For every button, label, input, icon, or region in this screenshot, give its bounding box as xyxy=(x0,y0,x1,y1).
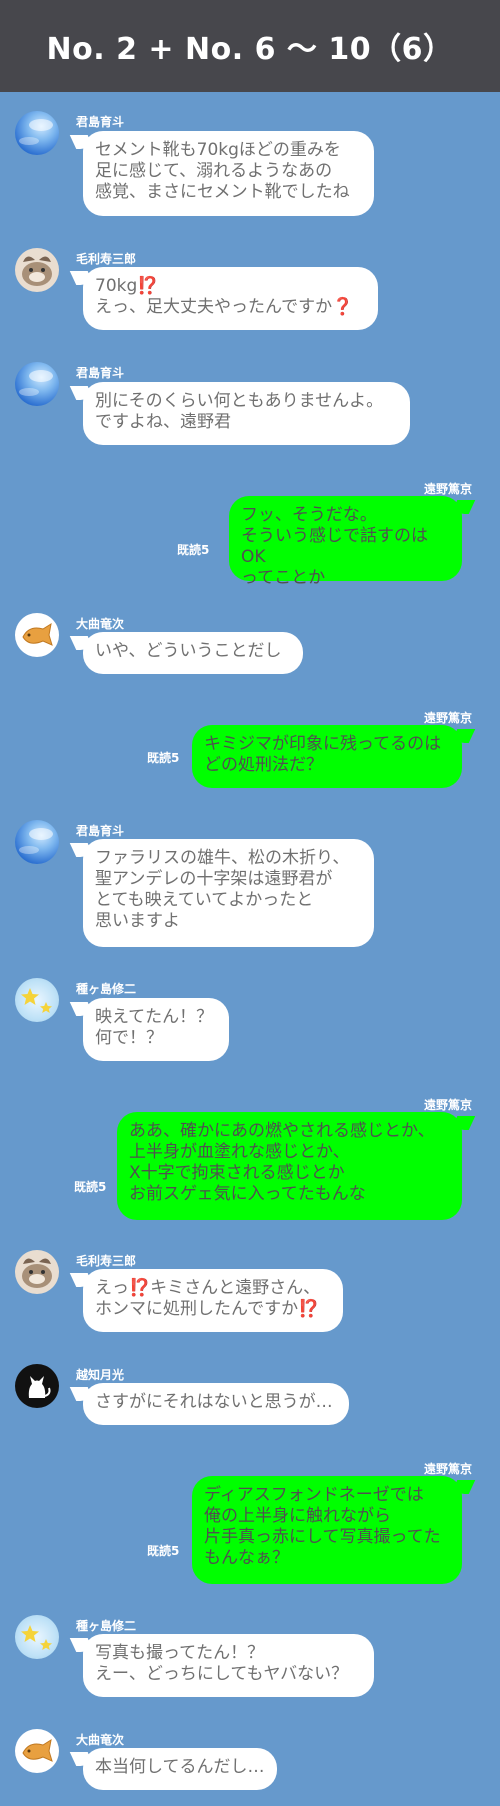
sky-avatar[interactable] xyxy=(15,111,59,155)
message-bubble[interactable]: さすがにそれはないと思うが… xyxy=(83,1383,349,1425)
taiyaki-avatar[interactable] xyxy=(15,1729,59,1773)
message-bubble[interactable]: 本当何してるんだし… xyxy=(83,1748,277,1790)
taiyaki-avatar[interactable] xyxy=(15,613,59,657)
sender-name: 種ヶ島修二 xyxy=(76,982,137,996)
sender-name: 大曲竜次 xyxy=(76,1733,125,1747)
message-bubble[interactable]: フッ、そうだな。 そういう感じで話すのはOK ってことか xyxy=(229,496,462,588)
sender-name: 遠野篤京 xyxy=(423,711,472,725)
sender-name: 君島育斗 xyxy=(76,366,125,380)
star-avatar[interactable] xyxy=(15,978,59,1022)
message-bubble[interactable]: いや、どういうことだし xyxy=(83,632,303,674)
read-receipt: 既読5 xyxy=(147,751,180,765)
sender-name: 大曲竜次 xyxy=(76,617,125,631)
message-bubble[interactable]: ああ、確かにあの燃やされる感じとか、 上半身が血塗れな感じとか、 X十字で拘束さ… xyxy=(117,1112,462,1220)
dog-avatar[interactable] xyxy=(15,248,59,292)
sender-name: 越知月光 xyxy=(76,1368,125,1382)
message-bubble[interactable]: キミジマが印象に残ってるのは どの処刑法だ？ xyxy=(192,725,462,788)
sender-name: 遠野篤京 xyxy=(423,1098,472,1112)
sender-name: 遠野篤京 xyxy=(423,1462,472,1476)
message-bubble[interactable]: 70kg⁉️ えっ、足大丈夫やったんですか❓ xyxy=(83,267,378,330)
sender-name: 毛利寿三郎 xyxy=(76,252,137,266)
message-bubble[interactable]: 映えてたん！？ 何で！？ xyxy=(83,998,229,1061)
message-bubble[interactable]: 写真も撮ってたん！？ えー、どっちにしてもヤバない？ xyxy=(83,1634,374,1697)
sender-name: 遠野篤京 xyxy=(423,482,472,496)
sender-name: 君島育斗 xyxy=(76,824,125,838)
sender-name: 君島育斗 xyxy=(76,115,125,129)
chat-title: No. 2 + No. 6 ～ 10（6） xyxy=(46,32,454,67)
star-avatar[interactable] xyxy=(15,1615,59,1659)
message-bubble[interactable]: ファラリスの雄牛、松の木折り、 聖アンデレの十字架は遠野君が とても映えていてよ… xyxy=(83,839,374,947)
chat-header: No. 2 + No. 6 ～ 10（6） xyxy=(0,0,500,92)
read-receipt: 既読5 xyxy=(147,1544,180,1558)
message-bubble[interactable]: えっ⁉️キミさんと遠野さん、 ホンマに処刑したんですか⁉️ xyxy=(83,1269,343,1332)
message-bubble[interactable]: セメント靴も70kgほどの重みを 足に感じて、溺れるようなあの 感覚、まさにセメ… xyxy=(83,131,374,216)
message-bubble[interactable]: ディアスフォンドネーゼでは 俺の上半身に触れながら 片手真っ赤にして写真撮ってた… xyxy=(192,1476,462,1584)
message-bubble[interactable]: 別にそのくらい何ともありませんよ。 ですよね、遠野君 xyxy=(83,382,410,445)
dog-avatar[interactable] xyxy=(15,1250,59,1294)
sky-avatar[interactable] xyxy=(15,362,59,406)
read-receipt: 既読5 xyxy=(74,1180,107,1194)
cat-avatar[interactable] xyxy=(15,1364,59,1408)
sender-name: 種ヶ島修二 xyxy=(76,1619,137,1633)
read-receipt: 既読5 xyxy=(177,543,210,557)
sky-avatar[interactable] xyxy=(15,820,59,864)
sender-name: 毛利寿三郎 xyxy=(76,1254,137,1268)
